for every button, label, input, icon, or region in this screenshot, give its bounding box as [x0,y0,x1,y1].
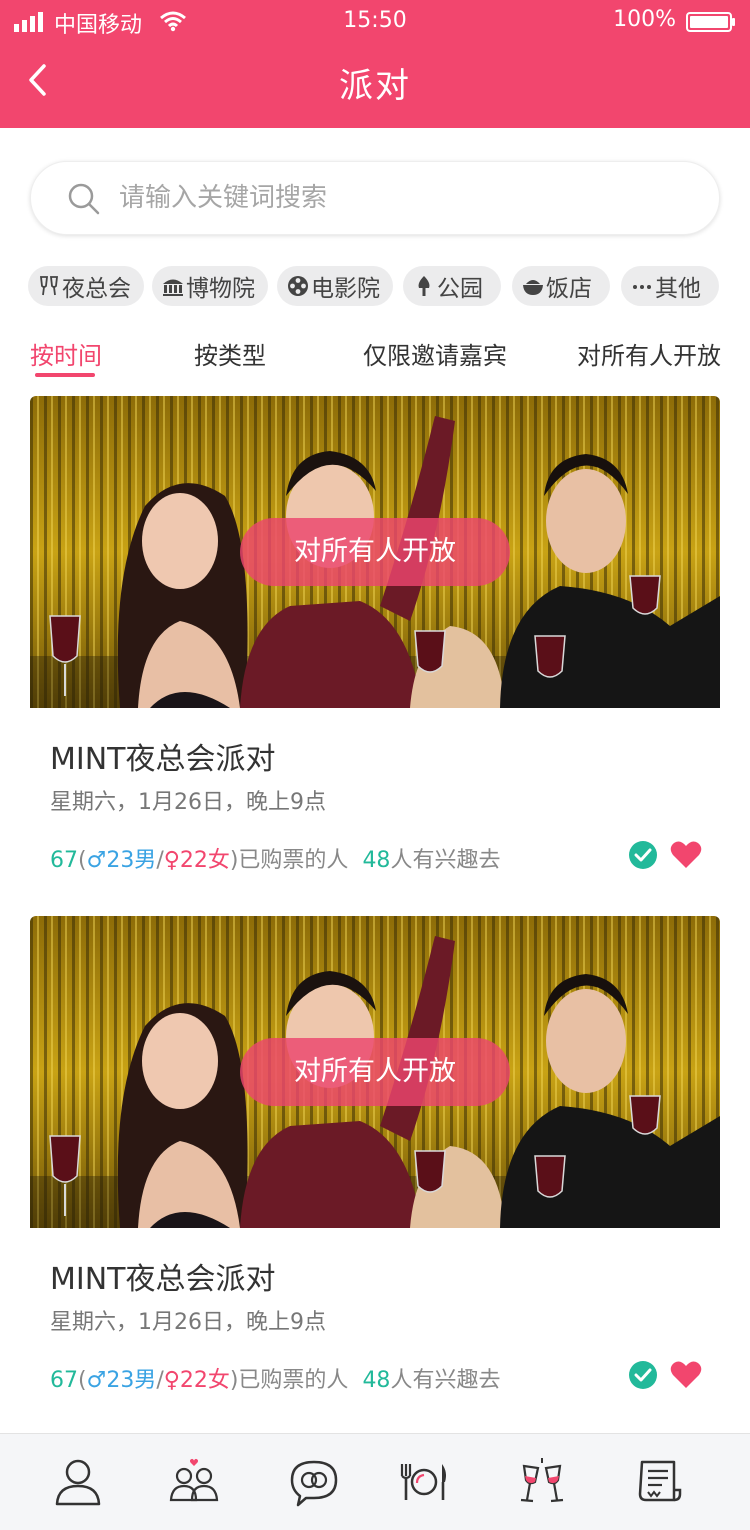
bottom-nav [0,1433,750,1530]
heart-icon[interactable] [670,840,702,870]
tree-icon [418,276,430,296]
chip-museum[interactable]: 博物院 [152,266,268,306]
dining-icon[interactable] [398,1456,450,1508]
app-header: 中国移动 15:50 100% 派对 [0,0,750,128]
event-access-badge: 对所有人开放 [240,518,510,586]
glasses-icon [39,276,59,296]
purchased-label: )已购票的人 [229,848,349,873]
chip-other[interactable]: 其他 [621,266,719,306]
active-tab-indicator [35,373,95,377]
event-title: MINT夜总会派对 [50,742,276,777]
tab-by-type[interactable]: 按类型 [194,336,266,371]
search-input[interactable] [119,176,679,220]
couple-icon[interactable] [168,1456,220,1508]
chip-label: 夜总会 [62,276,131,302]
film-reel-icon [288,276,308,296]
tab-invite-only[interactable]: 仅限邀请嘉宾 [363,336,507,371]
search-icon [68,183,100,215]
chip-restaurant[interactable]: 饭店 [512,266,610,306]
page-title: 派对 [339,66,411,106]
interested-label: 人有兴趣去 [390,1368,501,1393]
chip-label: 饭店 [546,276,592,302]
category-chips: 夜总会 博物院 电影院 公园 饭店 其他 [28,266,728,306]
interested-count: 48 [362,848,391,873]
rice-bowl-icon [523,280,543,295]
more-icon [633,285,651,289]
female-count: ♀22女 [163,1368,230,1393]
profile-icon[interactable] [52,1456,104,1508]
interested-count: 48 [362,1368,391,1393]
chip-nightclub[interactable]: 夜总会 [28,266,144,306]
event-access-badge: 对所有人开放 [240,1038,510,1106]
male-count: ♂23男 [86,848,157,873]
party-glasses-icon[interactable] [516,1456,568,1508]
ticket-total: 67 [50,1368,78,1393]
event-date: 星期六，1月26日，晚上9点 [50,1310,326,1335]
chip-park[interactable]: 公园 [403,266,501,306]
battery-percent: 100% [613,7,676,32]
battery-icon [686,12,735,32]
document-icon[interactable] [634,1456,686,1508]
chip-label: 博物院 [186,276,255,302]
search-bar [30,161,720,235]
chip-label: 其他 [655,276,701,302]
event-stats: 67(♂23男/♀22女)已购票的人 48人有兴趣去 [50,1368,501,1393]
event-stats: 67(♂23男/♀22女)已购票的人 48人有兴趣去 [50,848,501,873]
female-count: ♀22女 [163,848,230,873]
interested-label: 人有兴趣去 [390,848,501,873]
chip-label: 公园 [437,276,483,302]
chip-label: 电影院 [311,276,380,302]
museum-icon [163,279,183,296]
male-count: ♂23男 [86,1368,157,1393]
ticket-total: 67 [50,848,78,873]
tab-open-to-all[interactable]: 对所有人开放 [577,336,721,371]
tab-by-time[interactable]: 按时间 [30,336,102,371]
chat-rings-icon[interactable] [288,1456,340,1508]
event-title: MINT夜总会派对 [50,1262,276,1297]
chip-cinema[interactable]: 电影院 [277,266,393,306]
status-bar: 中国移动 15:50 100% [0,0,750,42]
event-date: 星期六，1月26日，晚上9点 [50,790,326,815]
heart-icon[interactable] [670,1360,702,1390]
purchased-label: )已购票的人 [229,1368,349,1393]
going-check-icon[interactable] [628,1360,658,1390]
going-check-icon[interactable] [628,840,658,870]
